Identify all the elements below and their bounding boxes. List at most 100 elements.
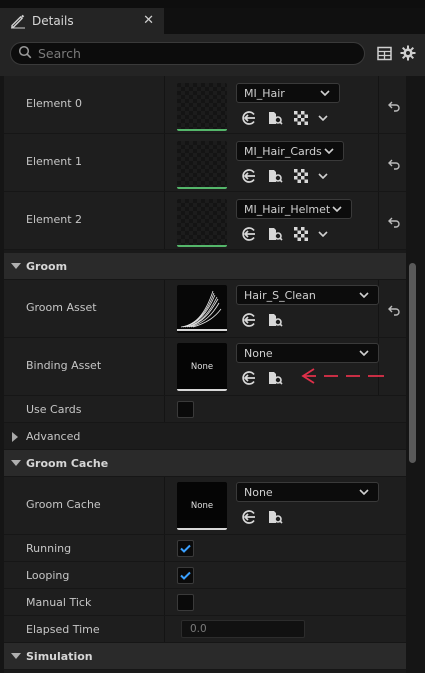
chevron-down-icon <box>358 348 370 358</box>
elapsed-time-field[interactable]: 0.0 <box>181 620 305 638</box>
element-label: Element 0 <box>26 97 83 110</box>
asset-actions <box>240 167 336 185</box>
groom-asset-thumbnail[interactable] <box>177 285 227 333</box>
tab-title: Details <box>32 14 74 28</box>
asset-actions <box>240 225 336 243</box>
manual-tick-checkbox[interactable] <box>177 594 194 611</box>
search-input[interactable]: Search <box>10 42 365 65</box>
use-selected-icon[interactable] <box>240 311 258 329</box>
details-toolbar: Search <box>0 34 425 76</box>
chevron-down-icon[interactable] <box>318 225 328 243</box>
property-label: Elapsed Time <box>26 623 100 636</box>
thumbnail-none-text: None <box>190 501 214 511</box>
material-thumbnail[interactable] <box>177 141 227 189</box>
running-checkbox[interactable] <box>177 540 194 557</box>
use-selected-icon[interactable] <box>240 508 258 526</box>
expand-arrow-icon <box>11 460 21 466</box>
checkmark-icon <box>180 544 191 553</box>
property-label: Groom Asset <box>26 301 97 314</box>
material-element-row: Element 1 MI_Hair_Cards <box>4 134 406 192</box>
tab-details[interactable]: Details ✕ <box>0 8 164 34</box>
browse-folder-icon[interactable] <box>266 167 284 185</box>
checker-material-icon[interactable] <box>292 225 310 243</box>
use-selected-icon[interactable] <box>240 225 258 243</box>
search-icon <box>18 45 32 62</box>
details-panel-window: Details ✕ Search Element 0 MI_Hair Eleme… <box>0 0 425 673</box>
elapsed-time-value: 0.0 <box>190 623 207 635</box>
groom-asset-value: Hair_S_Clean <box>244 288 316 302</box>
section-groom[interactable]: Groom <box>4 253 406 280</box>
material-value: MI_Hair <box>244 86 285 100</box>
use-selected-icon[interactable] <box>240 167 258 185</box>
material-element-row: Element 2 MI_Hair_Helmet <box>4 192 406 250</box>
section-title: Simulation <box>26 650 93 663</box>
tab-bar: Details ✕ <box>0 8 425 34</box>
use-selected-icon[interactable] <box>240 369 258 387</box>
material-combo[interactable]: MI_Hair <box>236 83 340 103</box>
browse-folder-icon[interactable] <box>266 311 284 329</box>
asset-actions <box>240 311 292 329</box>
gear-icon[interactable] <box>400 45 416 61</box>
browse-folder-icon[interactable] <box>266 225 284 243</box>
groom-asset-row: Groom Asset Hair_S_Clean <box>4 280 406 338</box>
asset-actions <box>240 109 336 127</box>
chevron-down-icon <box>319 88 331 98</box>
reset-to-default-icon[interactable] <box>387 157 401 171</box>
binding-asset-thumbnail[interactable]: None <box>177 343 227 391</box>
material-value: MI_Hair_Cards <box>244 144 322 158</box>
elapsed-time-row: Elapsed Time 0.0 <box>4 616 406 643</box>
groom-cache-thumbnail[interactable]: None <box>177 482 227 530</box>
use-cards-row: Use Cards <box>4 396 406 423</box>
expand-arrow-icon <box>11 653 21 659</box>
scrollbar-thumb[interactable] <box>409 263 416 463</box>
annotation-arrow <box>301 368 384 384</box>
property-label: Manual Tick <box>26 596 92 609</box>
checker-material-icon[interactable] <box>292 167 310 185</box>
chevron-down-icon[interactable] <box>318 167 328 185</box>
asset-actions <box>240 508 292 526</box>
chevron-down-icon <box>358 487 370 497</box>
element-label: Element 1 <box>26 155 83 168</box>
reset-to-default-icon[interactable] <box>387 99 401 113</box>
groom-cache-row: Groom Cache None None <box>4 477 406 535</box>
checker-material-icon[interactable] <box>292 109 310 127</box>
material-value: MI_Hair_Helmet <box>244 202 331 216</box>
section-simulation[interactable]: Simulation <box>4 643 406 670</box>
browse-folder-icon[interactable] <box>266 369 284 387</box>
material-thumbnail[interactable] <box>177 83 227 131</box>
material-combo[interactable]: MI_Hair_Cards <box>236 141 344 161</box>
groom-cache-value: None <box>244 485 273 499</box>
section-title: Groom <box>26 260 68 273</box>
running-row: Running <box>4 535 406 562</box>
browse-folder-icon[interactable] <box>266 109 284 127</box>
looping-row: Looping <box>4 562 406 589</box>
binding-asset-combo[interactable]: None <box>236 343 379 363</box>
groom-cache-combo[interactable]: None <box>236 482 379 502</box>
pencil-icon <box>10 13 26 29</box>
advanced-label: Advanced <box>26 430 81 443</box>
asset-actions <box>240 369 292 387</box>
looping-checkbox[interactable] <box>177 567 194 584</box>
material-combo[interactable]: MI_Hair_Helmet <box>236 199 352 219</box>
table-icon[interactable] <box>376 45 392 61</box>
advanced-row[interactable]: Advanced <box>4 423 406 450</box>
reset-to-default-icon[interactable] <box>387 215 401 229</box>
section-groom-cache[interactable]: Groom Cache <box>4 450 406 477</box>
chevron-down-icon <box>323 146 335 156</box>
groom-asset-combo[interactable]: Hair_S_Clean <box>236 285 379 305</box>
reset-to-default-icon[interactable] <box>387 303 401 317</box>
search-placeholder: Search <box>38 46 81 61</box>
material-thumbnail[interactable] <box>177 199 227 247</box>
property-label: Groom Cache <box>26 498 101 511</box>
browse-folder-icon[interactable] <box>266 508 284 526</box>
use-selected-icon[interactable] <box>240 109 258 127</box>
top-strip <box>0 0 425 8</box>
chevron-down-icon[interactable] <box>318 109 328 127</box>
close-icon[interactable]: ✕ <box>143 13 154 29</box>
element-label: Element 2 <box>26 213 83 226</box>
property-label: Use Cards <box>26 403 82 416</box>
manual-tick-row: Manual Tick <box>4 589 406 616</box>
chevron-down-icon <box>358 290 370 300</box>
use-cards-checkbox[interactable] <box>177 401 194 418</box>
thumbnail-none-text: None <box>190 362 214 372</box>
